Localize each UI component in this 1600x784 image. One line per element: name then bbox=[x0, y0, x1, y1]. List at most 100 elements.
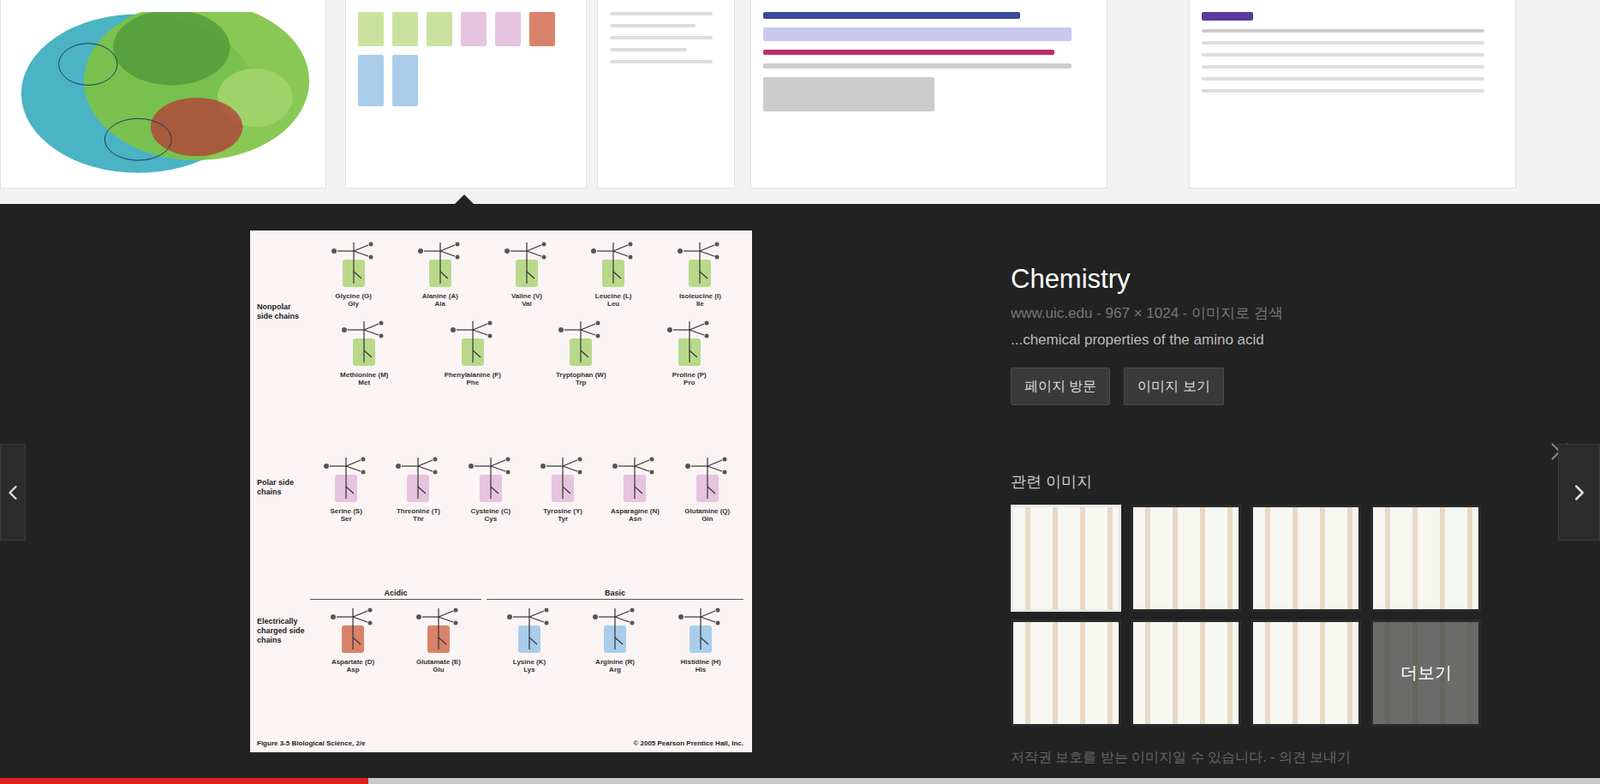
group-body: Serine (S)SerThreonine (T)Thr Cysteine (C… bbox=[310, 452, 744, 523]
side-chain-structure-icon bbox=[322, 602, 383, 657]
next-nav bbox=[1558, 203, 1600, 541]
next-button[interactable] bbox=[1558, 443, 1600, 541]
amino-acid-row: Methionine (M)Met Phenylalanine (F)Phe Try… bbox=[310, 316, 744, 387]
amino-acid-name: Aspartate (D) bbox=[331, 657, 375, 666]
amino-acid-abbr: Leu bbox=[607, 299, 620, 308]
amino-acid-name: Isoleucine (I) bbox=[679, 292, 722, 300]
side-chain-structure-icon bbox=[659, 316, 720, 370]
amino-acid-name: Lysine (K) bbox=[513, 657, 546, 666]
side-chain-structure-icon bbox=[316, 452, 377, 506]
amino-acid: Arginine (R)Arg bbox=[579, 602, 651, 674]
result-thumbnail[interactable] bbox=[345, 0, 587, 189]
side-chain-structure-icon bbox=[499, 602, 560, 657]
related-image[interactable] bbox=[1250, 619, 1362, 727]
related-images-grid: 더보기 bbox=[1010, 504, 1491, 727]
action-button[interactable]: 이미지 보기 bbox=[1123, 367, 1224, 406]
venn-diagram-icon bbox=[12, 11, 314, 184]
amino-acid-abbr: Val bbox=[521, 299, 532, 308]
amino-acid-abbr: Gly bbox=[347, 299, 359, 308]
amino-acid-name: Glutamine (Q) bbox=[684, 507, 730, 515]
related-images-label: 관련 이미지 bbox=[1010, 471, 1491, 492]
figure-caption: Figure 3-5 Biological Science, 2/e© 2005… bbox=[256, 739, 744, 747]
figure-group: Nonpolar side chainsGlycine (G)GlyAlanin… bbox=[256, 237, 744, 387]
group-body: Glycine (G)GlyAlanine (A)AlaValine (V)Va… bbox=[310, 237, 744, 387]
thumbnail-strip bbox=[0, 0, 1600, 204]
result-thumbnail[interactable] bbox=[597, 0, 735, 189]
result-thumbnail[interactable] bbox=[1188, 0, 1517, 189]
side-chain-structure-icon bbox=[323, 237, 384, 291]
amino-acid-abbr: Met bbox=[358, 378, 371, 387]
figure-group: Polar side chainsSerine (S)SerThreonine … bbox=[256, 452, 744, 523]
amino-acid-name: Methionine (M) bbox=[340, 370, 389, 379]
group-body: AcidicAspartate (D)AspGlutamate (E)GluBa… bbox=[310, 588, 744, 674]
related-image[interactable] bbox=[1130, 619, 1242, 727]
subgroup: BasicLysine (K)LysArginine (R)ArgHistidi… bbox=[486, 588, 744, 674]
copyright-notice: 저작권 보호를 받는 이미지일 수 있습니다. - 의견 보내기 bbox=[1010, 748, 1491, 767]
amino-acid: Leucine (L)Leu bbox=[578, 237, 649, 308]
related-image[interactable] bbox=[1250, 504, 1362, 612]
amino-acid-abbr: Glu bbox=[432, 665, 444, 674]
amino-acid-name: Valine (V) bbox=[511, 292, 543, 300]
subgroup-row: AcidicAspartate (D)AspGlutamate (E)GluBa… bbox=[310, 588, 744, 674]
amino-acid-abbr: Phe bbox=[465, 378, 479, 387]
amino-acid-abbr: Asn bbox=[628, 514, 642, 523]
amino-acid: Methionine (M)Met bbox=[328, 316, 400, 387]
related-image[interactable] bbox=[1010, 504, 1122, 612]
group-label: Polar side chains bbox=[256, 477, 311, 497]
side-chain-structure-icon bbox=[677, 452, 738, 506]
image-title[interactable]: Chemistry bbox=[1010, 262, 1491, 295]
more-button[interactable]: 더보기 bbox=[1373, 621, 1479, 724]
result-thumbnail[interactable] bbox=[0, 0, 327, 189]
amino-acid: Glycine (G)Gly bbox=[318, 237, 389, 308]
amino-acid: Tryptophan (W)Trp bbox=[545, 316, 616, 387]
amino-acid-row: Glycine (G)GlyAlanine (A)AlaValine (V)Va… bbox=[310, 237, 744, 308]
preview-image[interactable]: Nonpolar side chainsGlycine (G)GlyAlanin… bbox=[250, 230, 753, 753]
chevron-right-icon bbox=[1566, 479, 1593, 506]
amino-acid-name: Tryptophan (W) bbox=[555, 370, 607, 379]
figure-group: Electrically charged side chainsAcidicAs… bbox=[256, 588, 744, 674]
amino-acid-abbr: Ala bbox=[435, 299, 446, 308]
video-progress-bar[interactable] bbox=[0, 777, 1600, 784]
amino-acid-name: Glycine (G) bbox=[334, 292, 372, 300]
amino-acid-abbr: Trp bbox=[575, 378, 586, 387]
amino-acid-name: Phenylalanine (F) bbox=[444, 370, 502, 379]
image-source[interactable]: www.uic.edu - 967 × 1024 - 이미지로 검색 bbox=[1010, 303, 1491, 323]
amino-acid: Proline (P)Pro bbox=[654, 316, 725, 387]
action-buttons: 페이지 방문 이미지 보기 bbox=[1010, 367, 1491, 406]
amino-acid: Lysine (K)Lys bbox=[494, 602, 565, 674]
amino-acid-row: Lysine (K)LysArginine (R)Arg Histidine (H… bbox=[486, 602, 744, 674]
side-chain-structure-icon bbox=[669, 237, 730, 291]
amino-acid-row: Serine (S)SerThreonine (T)Thr Cysteine (C… bbox=[310, 452, 744, 523]
side-chain-structure-icon bbox=[442, 316, 503, 370]
side-chain-structure-icon bbox=[408, 602, 469, 657]
side-chain-structure-icon bbox=[550, 316, 611, 370]
amino-acid: Alanine (A)Ala bbox=[405, 237, 476, 308]
preview-pointer bbox=[453, 194, 475, 205]
previous-button[interactable] bbox=[0, 443, 26, 541]
related-image[interactable] bbox=[1370, 504, 1481, 612]
amino-acid-name: Cysteine (C) bbox=[470, 507, 511, 515]
related-image[interactable] bbox=[1130, 504, 1242, 612]
related-image[interactable]: 더보기 bbox=[1370, 619, 1481, 727]
action-button[interactable]: 페이지 방문 bbox=[1010, 367, 1111, 406]
amino-acid-abbr: Arg bbox=[608, 665, 621, 674]
amino-acid: Isoleucine (I)Ile bbox=[664, 237, 735, 308]
result-thumbnail[interactable] bbox=[750, 0, 1108, 189]
group-label: Electrically charged side chains bbox=[256, 616, 311, 645]
image-snippet: ...chemical properties of the amino acid bbox=[1010, 331, 1491, 349]
subgroup: AcidicAspartate (D)AspGlutamate (E)Glu bbox=[310, 588, 482, 674]
amino-acid-abbr: Tyr bbox=[557, 514, 568, 523]
amino-acid: Glutamate (E)Glu bbox=[403, 602, 474, 674]
side-chain-structure-icon bbox=[460, 452, 521, 506]
amino-acid-row: Aspartate (D)AspGlutamate (E)Glu bbox=[310, 602, 482, 674]
amino-acid-name: Histidine (H) bbox=[680, 657, 721, 666]
amino-acid-abbr: Gln bbox=[701, 514, 713, 523]
amino-acid: Phenylalanine (F)Phe bbox=[437, 316, 508, 387]
amino-acid: Serine (S)Ser bbox=[310, 452, 382, 523]
amino-acid: Tyrosine (Y)Tyr bbox=[527, 452, 598, 523]
amino-acid-name: Alanine (A) bbox=[422, 292, 459, 300]
amino-acid-abbr: Ile bbox=[696, 299, 705, 308]
related-image[interactable] bbox=[1010, 619, 1122, 727]
amino-acid: Threonine (T)Thr bbox=[382, 452, 454, 523]
side-chain-structure-icon bbox=[583, 237, 644, 291]
